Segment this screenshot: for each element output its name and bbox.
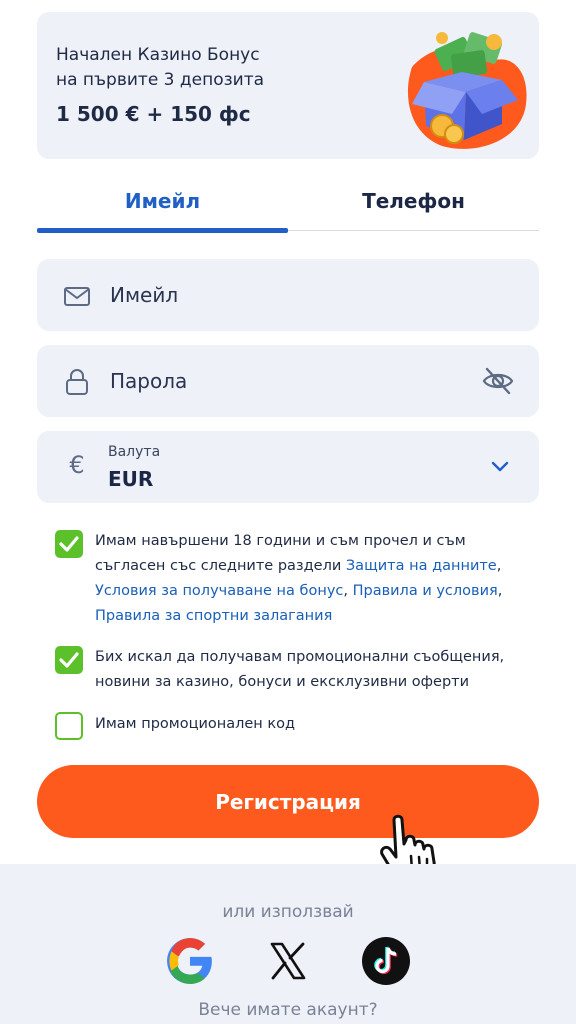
- currency-label: Валута: [108, 444, 161, 460]
- checkmark-icon: [59, 536, 79, 552]
- auth-tabs: Имейл Телефон: [37, 170, 539, 234]
- sports-rules-link[interactable]: Правила за спортни залагания: [95, 608, 332, 624]
- euro-icon: €: [69, 451, 85, 479]
- marketing-checkbox[interactable]: [55, 646, 83, 674]
- tiktok-icon[interactable]: [361, 936, 411, 986]
- terms-conditions-link[interactable]: Правила и условия: [353, 583, 498, 599]
- x-icon[interactable]: [263, 936, 313, 986]
- treasure-box-illustration: [407, 32, 527, 149]
- privacy-link[interactable]: Защита на данните: [346, 558, 497, 574]
- bonus-title-line1: Начален Казино Бонус: [56, 45, 260, 65]
- active-tab-indicator: [37, 228, 288, 233]
- currency-select[interactable]: € Валута EUR: [37, 431, 539, 503]
- promo-code-checkbox[interactable]: [55, 712, 83, 740]
- login-link[interactable]: Вече имате акаунт?: [0, 1000, 576, 1020]
- separator: ,: [497, 583, 503, 599]
- google-icon[interactable]: [165, 936, 215, 986]
- password-field[interactable]: [37, 345, 539, 417]
- bonus-terms-link[interactable]: Условия за получаване на бонус: [95, 583, 343, 599]
- terms-text: Имам навършени 18 години и съм прочел и …: [95, 529, 515, 629]
- eye-off-icon[interactable]: [481, 365, 515, 397]
- marketing-text: Бих искал да получавам промоционални съо…: [95, 649, 505, 690]
- email-field[interactable]: [37, 259, 539, 331]
- bonus-banner[interactable]: Начален Казино Бонус на първите 3 депози…: [37, 12, 539, 159]
- tab-email[interactable]: Имейл: [37, 170, 288, 232]
- password-input[interactable]: [110, 363, 450, 399]
- bonus-amount: 1 500 € + 150 фс: [56, 102, 251, 126]
- chevron-down-icon[interactable]: [489, 458, 511, 474]
- email-input[interactable]: [110, 277, 450, 313]
- separator: ,: [343, 583, 353, 599]
- envelope-icon: [64, 287, 90, 306]
- bonus-title-line2: на първите 3 депозита: [56, 70, 265, 90]
- tab-phone[interactable]: Телефон: [288, 170, 539, 232]
- social-login-panel: или използвай Вече имате акаунт?: [0, 864, 576, 1024]
- or-use-label: или използвай: [222, 902, 354, 922]
- register-button[interactable]: Регистрация: [37, 765, 539, 838]
- terms-checkbox[interactable]: [55, 530, 83, 558]
- promo-code-text: Имам промоционален код: [95, 716, 296, 732]
- lock-icon: [66, 369, 88, 395]
- separator: ,: [496, 558, 502, 574]
- currency-value: EUR: [108, 467, 154, 491]
- checkmark-icon: [59, 652, 79, 668]
